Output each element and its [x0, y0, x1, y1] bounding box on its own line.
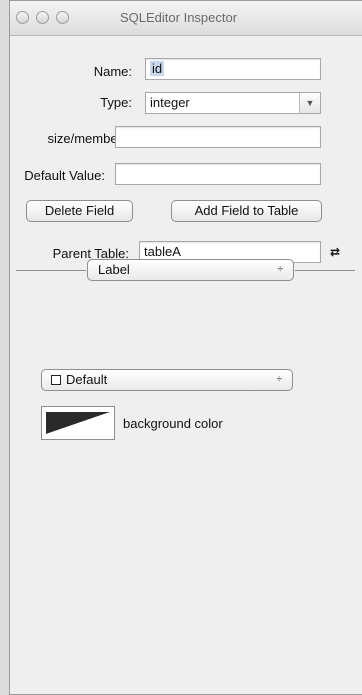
style-popup-value: Default — [66, 372, 108, 387]
updown-arrows-icon: ÷ — [277, 264, 284, 275]
parent-table-value: tableA — [144, 244, 181, 259]
type-label: Type: — [100, 95, 132, 110]
background-color-label: background color — [123, 416, 223, 431]
color-swatch-icon — [46, 412, 110, 434]
cycle-icon[interactable]: ⇄ — [330, 245, 340, 259]
minimize-window-button[interactable] — [36, 11, 49, 24]
size-members-label: size/members: — [47, 131, 132, 146]
name-label: Name: — [93, 64, 132, 79]
type-select[interactable]: integer ▼ — [145, 92, 321, 114]
delete-field-button[interactable]: Delete Field — [26, 200, 133, 222]
label-popup-value: Label — [98, 262, 130, 277]
style-popup[interactable]: Default ÷ — [41, 369, 293, 391]
titlebar: SQLEditor Inspector — [10, 1, 362, 36]
updown-arrows-icon: ÷ — [276, 374, 283, 385]
type-select-value: integer — [150, 95, 190, 110]
name-field-value: id — [150, 61, 165, 76]
type-select-arrow-icon[interactable]: ▼ — [299, 93, 320, 113]
add-field-to-table-button[interactable]: Add Field to Table — [171, 200, 322, 222]
default-value-field[interactable] — [115, 163, 321, 185]
inspector-window: SQLEditor Inspector Name: id Type: integ… — [9, 0, 362, 695]
size-members-field[interactable] — [115, 126, 321, 148]
default-value-label: Default Value: — [24, 168, 105, 183]
name-field[interactable]: id — [145, 58, 321, 80]
window-title: SQLEditor Inspector — [120, 10, 238, 25]
background-color-well[interactable] — [41, 406, 115, 440]
checkbox-icon — [51, 375, 61, 385]
divider-right — [295, 270, 355, 271]
close-window-button[interactable] — [16, 11, 29, 24]
label-popup[interactable]: Label ÷ — [87, 259, 294, 281]
zoom-window-button[interactable] — [56, 11, 69, 24]
divider-left — [16, 270, 86, 271]
